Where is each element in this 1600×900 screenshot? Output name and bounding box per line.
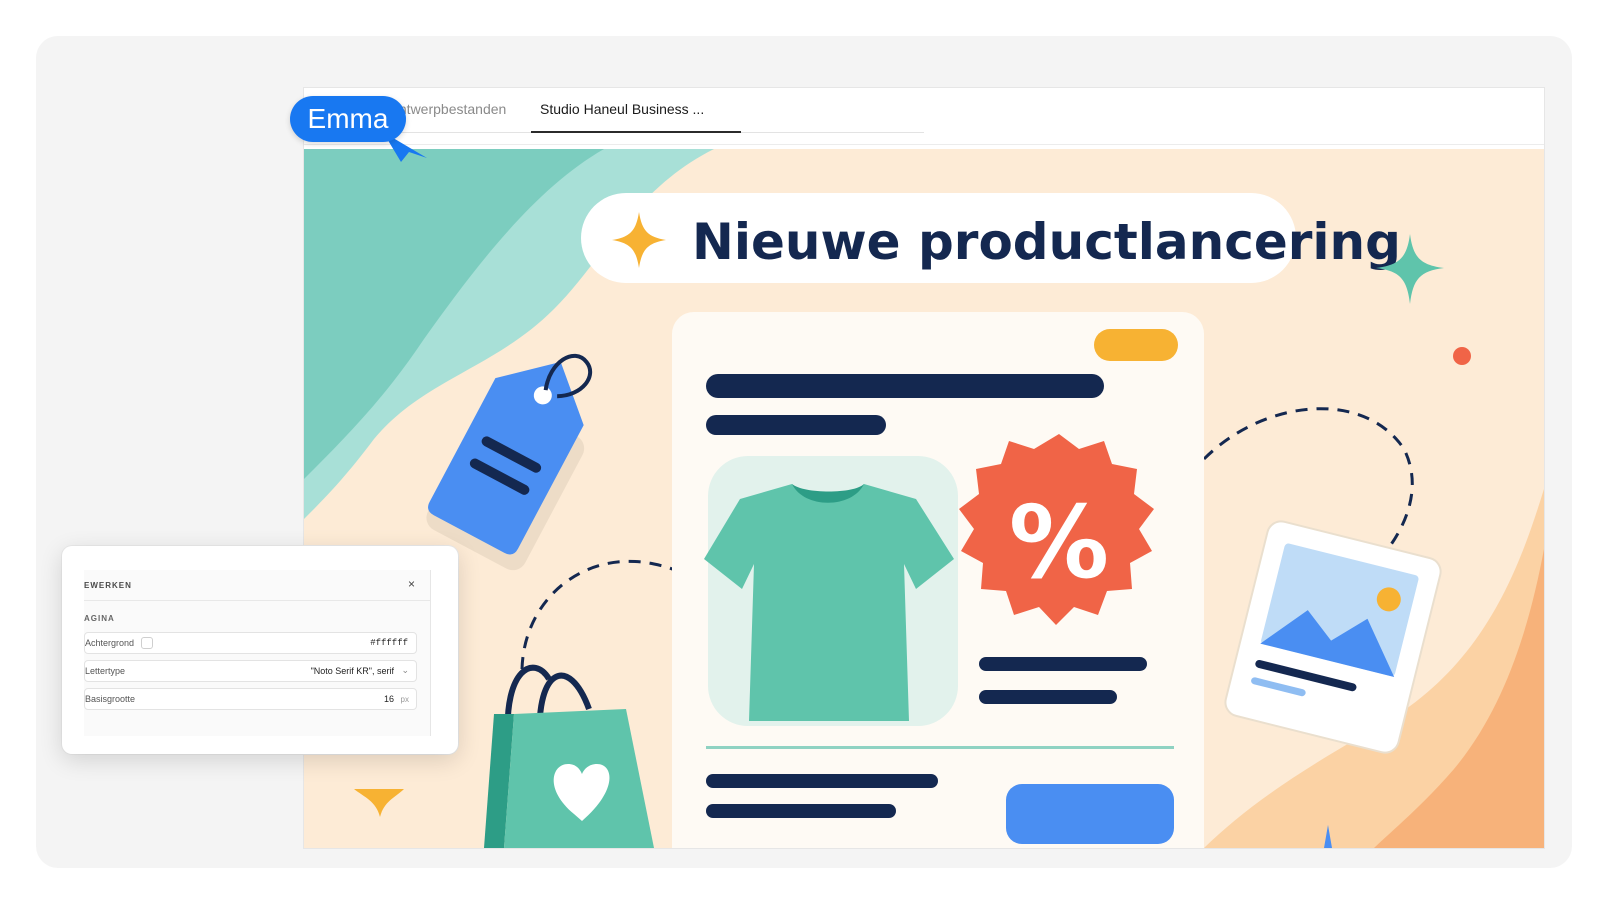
close-icon[interactable]: × (408, 577, 415, 591)
properties-header: EWERKEN × (84, 570, 430, 601)
chevron-down-icon[interactable]: ⌄ (401, 665, 409, 676)
font-family-value[interactable]: "Noto Serif KR", serif (311, 666, 394, 676)
card-line-2 (979, 690, 1117, 704)
base-size-field[interactable]: Basisgrootte 16 px (84, 688, 417, 710)
page-section-label: AGINA (84, 614, 115, 623)
headline-text: Nieuwe productlancering (692, 213, 1401, 271)
svg-text:%: % (1009, 484, 1109, 601)
card-line-3 (706, 774, 938, 788)
properties-title: EWERKEN (84, 581, 132, 590)
card-divider (706, 746, 1174, 749)
font-family-select[interactable]: Lettertype "Noto Serif KR", serif ⌄ (84, 660, 417, 682)
font-family-label: Lettertype (85, 666, 126, 676)
base-size-value[interactable]: 16 (384, 694, 394, 704)
card-subtitle-bar (706, 415, 886, 435)
design-canvas[interactable]: Nieuwe productlancering % (304, 149, 1544, 848)
card-line-4 (706, 804, 896, 818)
design-editor: Ontwerpbestanden Studio Haneul Business … (304, 88, 1544, 848)
color-swatch[interactable] (141, 637, 153, 649)
background-value[interactable]: #ffffff (370, 638, 408, 648)
base-size-label: Basisgrootte (85, 694, 136, 704)
tab-strip: Ontwerpbestanden Studio Haneul Business … (322, 88, 924, 133)
background-field[interactable]: Achtergrond #ffffff (84, 632, 417, 654)
tab-bar: Ontwerpbestanden Studio Haneul Business … (304, 88, 1544, 145)
active-tab-indicator (531, 131, 741, 133)
dot-decoration (1453, 347, 1471, 365)
card-cta-button (1006, 784, 1174, 844)
tab-active-document[interactable]: Studio Haneul Business ... (540, 101, 704, 117)
properties-panel: EWERKEN × AGINA Achtergrond #ffffff Lett… (62, 546, 458, 754)
card-badge (1094, 329, 1178, 361)
properties-panel-body: EWERKEN × AGINA Achtergrond #ffffff Lett… (84, 570, 431, 736)
collaborator-cursor-label: Emma (290, 96, 406, 142)
card-line-1 (979, 657, 1147, 671)
base-size-unit: px (400, 695, 409, 704)
background-label: Achtergrond (85, 638, 135, 648)
artwork: Nieuwe productlancering % (304, 149, 1544, 848)
card-title-bar (706, 374, 1104, 398)
